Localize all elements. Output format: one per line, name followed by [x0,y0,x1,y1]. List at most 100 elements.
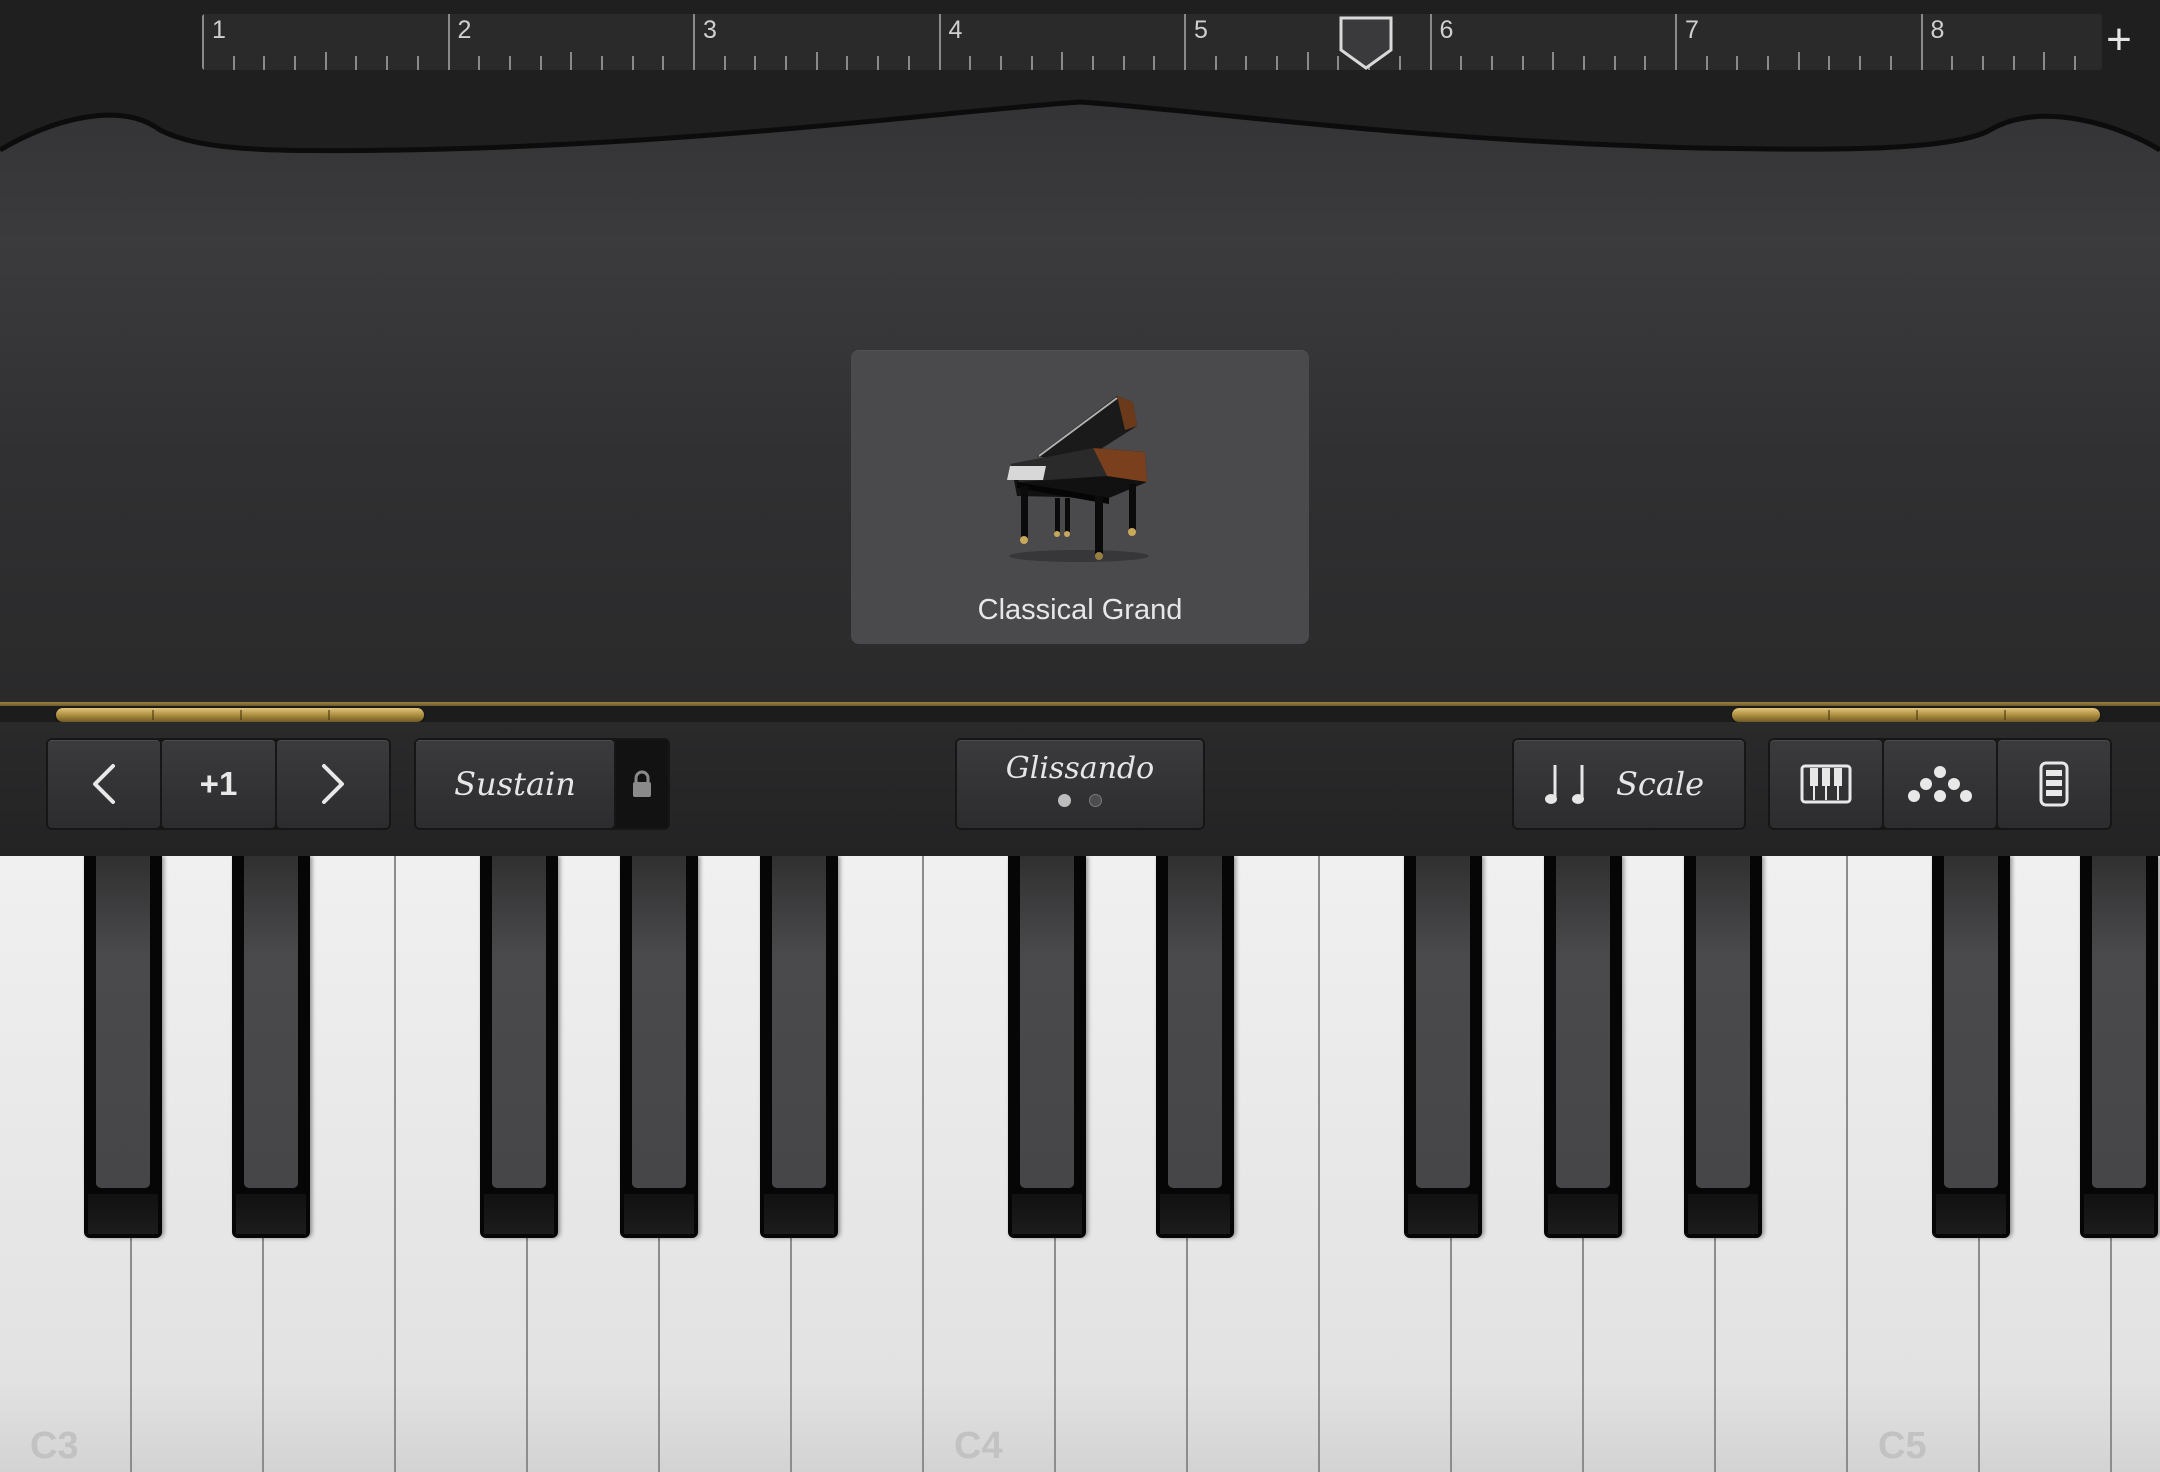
ruler-tick [232,56,235,70]
piano-body: Classical Grand [0,90,2160,702]
ruler-tick [1521,56,1524,70]
ruler-bar-line [447,14,450,70]
ruler-tick [815,52,818,70]
ruler-tick [1951,56,1954,70]
black-key-g-sharp[interactable] [620,856,698,1238]
ruler-tick [1153,56,1156,70]
ruler-tick [294,56,297,70]
ruler-tick [1091,56,1094,70]
black-key-d-sharp[interactable] [232,856,310,1238]
black-key-face [1168,856,1222,1188]
black-key-d-sharp[interactable] [1156,856,1234,1238]
black-key-tip [1160,1194,1230,1234]
ruler-tick [1030,56,1033,70]
black-key-f-sharp[interactable] [1404,856,1482,1238]
sustain-lock-button[interactable] [616,740,668,828]
ruler-tick [1490,56,1493,70]
black-key-face [1944,856,1998,1188]
add-button[interactable]: + [2094,18,2144,68]
page-dot [1089,793,1103,807]
black-key-tip [236,1194,306,1234]
ruler-tick [1889,56,1892,70]
ruler-tick [1644,56,1647,70]
black-key-g-sharp[interactable] [1544,856,1622,1238]
ruler-tick [539,56,542,70]
instrument-selector[interactable]: Classical Grand [851,350,1309,644]
ruler-tick [1245,56,1248,70]
ruler-tick [1613,56,1616,70]
black-key-tip [484,1194,554,1234]
ruler-bar-number: 5 [1194,16,1208,44]
ruler-tick [999,56,1002,70]
black-key-a-sharp[interactable] [760,856,838,1238]
ruler-bar-line [1429,14,1432,70]
ruler-bar-number: 2 [457,16,472,44]
black-key-a-sharp[interactable] [1684,856,1762,1238]
ruler-bar-number: 1 [212,16,226,44]
view-mode-control [1768,738,2112,830]
sustain-control: Sustain [414,738,670,830]
black-key-face [1020,856,1074,1188]
ruler-tick [2043,52,2046,70]
octave-value-display[interactable]: +1 [162,740,275,828]
timeline-ruler[interactable]: 1 2 3 4 5 6 7 8 [202,14,2102,70]
glissando-button[interactable]: Glissando [957,740,1203,828]
ruler-tick [1552,52,1555,70]
scale-control: Scale [1512,738,1746,830]
arpeggiator-button[interactable] [1884,740,1996,828]
ruler-tick [324,52,327,70]
black-key-face [1696,856,1750,1188]
chevron-right-icon [321,764,344,804]
piano-lid-curve [0,90,2160,154]
black-key-d-sharp[interactable] [2080,856,2158,1238]
octave-label: C3 [30,1425,79,1467]
black-key-tip [624,1194,694,1234]
ruler-tick [1797,52,1800,70]
lock-icon [633,770,651,797]
ruler-bar-line [202,14,204,70]
black-key-c-sharp[interactable] [1008,856,1086,1238]
black-key-tip [2084,1194,2154,1234]
keyboard-layout-icon [2039,761,2069,807]
ruler-bar-number: 6 [1439,16,1454,44]
grand-piano-icon [1007,396,1149,562]
ruler-bar-line [1920,14,1923,70]
octave-down-button[interactable] [48,740,161,828]
black-key-tip [764,1194,834,1234]
octave-up-button[interactable] [276,740,389,828]
ruler-tick [907,56,910,70]
ruler-tick [846,56,849,70]
ruler-bar-line [1675,14,1677,70]
octave-label: C5 [1878,1425,1927,1467]
ruler-tick [570,52,573,70]
black-key-c-sharp[interactable] [84,856,162,1238]
ruler-tick [662,56,665,70]
black-key-face [492,856,546,1188]
black-key-face [2092,856,2146,1188]
ruler-tick [2012,56,2015,70]
scale-button[interactable]: Scale [1514,740,1744,828]
sustain-button[interactable]: Sustain [416,740,614,828]
ruler-tick [1705,56,1708,70]
ruler-tick [416,56,419,70]
black-key-tip [1688,1194,1758,1234]
ruler-tick [785,56,788,70]
ruler-bar-number: 3 [703,16,717,44]
ruler-tick [877,56,880,70]
ruler-bar-number: 4 [948,16,963,44]
keyboard-view-button[interactable] [1770,740,1882,828]
ruler-tick [2073,56,2076,70]
keyboard-layout-button[interactable] [1998,740,2110,828]
ruler-bar-line [693,14,695,70]
black-key-c-sharp[interactable] [1932,856,2010,1238]
black-key-f-sharp[interactable] [480,856,558,1238]
playhead[interactable] [1338,16,1394,70]
black-key-face [632,856,686,1188]
ruler-tick [1276,56,1279,70]
ruler-bar-line [938,14,941,70]
ruler-tick [386,56,389,70]
ruler-bar-line [1184,14,1186,70]
page-dot-active [1057,793,1071,807]
instrument-name: Classical Grand [977,594,1183,626]
black-key-tip [1548,1194,1618,1234]
